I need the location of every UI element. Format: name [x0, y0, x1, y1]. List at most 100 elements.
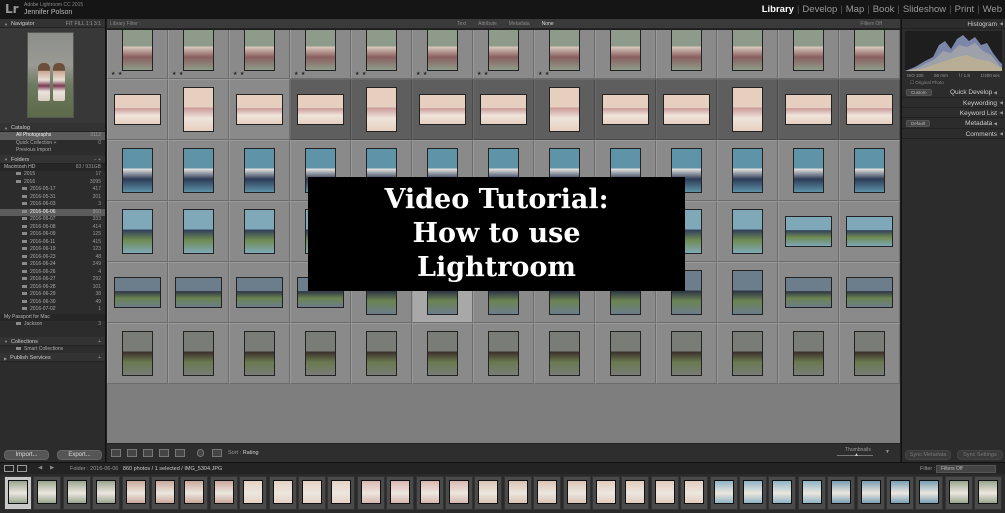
sort-direction-icon[interactable]: [212, 449, 222, 457]
grid-cell[interactable]: ★ ★: [473, 30, 534, 79]
folder-item[interactable]: 2016-05-31 201: [0, 194, 105, 202]
collections-header[interactable]: ▼ Collections +: [0, 336, 105, 346]
grid-cell[interactable]: [107, 201, 168, 262]
loupe-view-icon[interactable]: [127, 449, 137, 457]
folder-item[interactable]: 2016-06-24 249: [0, 261, 105, 269]
collection-item-smart[interactable]: Smart Collections: [0, 346, 105, 354]
module-map[interactable]: Map: [843, 4, 867, 15]
grid-cell[interactable]: ★ ★: [351, 30, 412, 79]
grid-cell[interactable]: [717, 140, 778, 201]
folder-item[interactable]: 2016-06-19 123: [0, 246, 105, 254]
grid-cell[interactable]: [839, 140, 900, 201]
folder-item[interactable]: 2016-06-26 4: [0, 269, 105, 277]
navigator-zoom-options[interactable]: FIT FILL 1:1 3:1: [66, 21, 101, 27]
grid-cell[interactable]: [656, 79, 717, 140]
main-window-icon[interactable]: [4, 465, 14, 472]
grid-cell[interactable]: [168, 262, 229, 323]
folder-item[interactable]: 2016-06-09 125: [0, 231, 105, 239]
back-arrow-icon[interactable]: ◀: [38, 465, 42, 471]
add-collection-icon[interactable]: +: [98, 339, 101, 345]
filmstrip-cell[interactable]: [4, 476, 32, 510]
module-book[interactable]: Book: [870, 4, 898, 15]
folder-item[interactable]: 2016-06-28 101: [0, 284, 105, 292]
slider-knob-icon[interactable]: ▲: [854, 452, 859, 458]
grid-cell[interactable]: [229, 262, 290, 323]
filmstrip-cell[interactable]: [944, 476, 973, 510]
keyword-list-header[interactable]: Keyword List: [902, 108, 1005, 118]
grid-cell[interactable]: [107, 262, 168, 323]
filmstrip-cell[interactable]: [62, 476, 91, 510]
catalog-item[interactable]: Quick Collection +0: [0, 140, 105, 148]
grid-cell[interactable]: ★ ★: [229, 30, 290, 79]
folder-item[interactable]: 2016-06-03 3: [0, 201, 105, 209]
grid-cell[interactable]: [839, 262, 900, 323]
grid-cell[interactable]: [778, 79, 839, 140]
filmstrip-cell[interactable]: [680, 476, 709, 510]
filmstrip-cell[interactable]: [298, 476, 326, 510]
grid-cell[interactable]: [229, 79, 290, 140]
second-window-icon[interactable]: [17, 465, 27, 472]
grid-cell[interactable]: [839, 79, 900, 140]
grid-cell[interactable]: ★ ★: [107, 30, 168, 79]
grid-cell[interactable]: [595, 323, 656, 384]
filmstrip-cell[interactable]: [209, 476, 238, 510]
grid-cell[interactable]: [412, 323, 473, 384]
navigator-preview[interactable]: [0, 28, 105, 123]
module-develop[interactable]: Develop: [799, 4, 840, 15]
folder-item[interactable]: 2016-06-08 414: [0, 224, 105, 232]
grid-cell[interactable]: [717, 79, 778, 140]
grid-cell[interactable]: [229, 140, 290, 201]
folder-item[interactable]: 2016 3095: [0, 179, 105, 187]
grid-cell[interactable]: [595, 79, 656, 140]
filmstrip-cell[interactable]: [503, 476, 532, 510]
folder-item[interactable]: 2016-07-02 1: [0, 306, 105, 314]
filmstrip-filter-select[interactable]: Filters Off: [936, 465, 996, 473]
volume-passport[interactable]: My Passport for Mac: [0, 313, 105, 321]
grid-cell[interactable]: [107, 140, 168, 201]
filmstrip-cell[interactable]: [562, 476, 591, 510]
compare-view-icon[interactable]: [143, 449, 153, 457]
survey-view-icon[interactable]: [159, 449, 169, 457]
grid-cell[interactable]: [168, 323, 229, 384]
grid-cell[interactable]: [839, 201, 900, 262]
filmstrip-cell[interactable]: [856, 476, 885, 510]
saved-preset-select[interactable]: Custom: [906, 88, 932, 96]
module-slideshow[interactable]: Slideshow: [900, 4, 949, 15]
grid-cell[interactable]: [107, 79, 168, 140]
folder-item[interactable]: 2016-06-30 49: [0, 299, 105, 307]
grid-cell[interactable]: [168, 79, 229, 140]
filmstrip[interactable]: [0, 474, 1005, 513]
filmstrip-cell[interactable]: [592, 476, 620, 510]
grid-cell[interactable]: [473, 79, 534, 140]
grid-cell[interactable]: [656, 30, 717, 79]
sync-settings-button[interactable]: Sync Settings: [957, 450, 1003, 460]
grid-cell[interactable]: [717, 201, 778, 262]
grid-cell[interactable]: [412, 79, 473, 140]
module-web[interactable]: Web: [980, 4, 1005, 15]
folder-item[interactable]: 2016-06-27 292: [0, 276, 105, 284]
grid-cell[interactable]: [778, 140, 839, 201]
grid-cell[interactable]: [351, 79, 412, 140]
grid-cell[interactable]: [168, 140, 229, 201]
filmstrip-cell[interactable]: [650, 476, 679, 510]
grid-cell[interactable]: [290, 79, 351, 140]
grid-cell[interactable]: [595, 30, 656, 79]
filmstrip-source[interactable]: Folder : 2016-06-06 860 photos / 1 selec…: [70, 466, 222, 472]
filmstrip-cell[interactable]: [92, 476, 121, 510]
painter-icon[interactable]: [197, 449, 204, 457]
filmstrip-cell[interactable]: [445, 476, 473, 510]
filmstrip-cell[interactable]: [974, 476, 1003, 510]
grid-cell[interactable]: [717, 323, 778, 384]
grid-cell[interactable]: [778, 201, 839, 262]
grid-cell[interactable]: [839, 30, 900, 79]
grid-cell[interactable]: [168, 201, 229, 262]
navigator-header[interactable]: ▼ Navigator FIT FILL 1:1 3:1: [0, 19, 105, 28]
add-publish-icon[interactable]: +: [98, 355, 101, 361]
filter-attribute[interactable]: Attribute: [478, 21, 497, 27]
grid-cell[interactable]: [839, 323, 900, 384]
folder-item[interactable]: 2016-06-11 415: [0, 239, 105, 247]
folder-item[interactable]: 2016-05-17 417: [0, 186, 105, 194]
filmstrip-cell[interactable]: [915, 476, 944, 510]
module-print[interactable]: Print: [952, 4, 978, 15]
module-library[interactable]: Library: [759, 4, 797, 15]
